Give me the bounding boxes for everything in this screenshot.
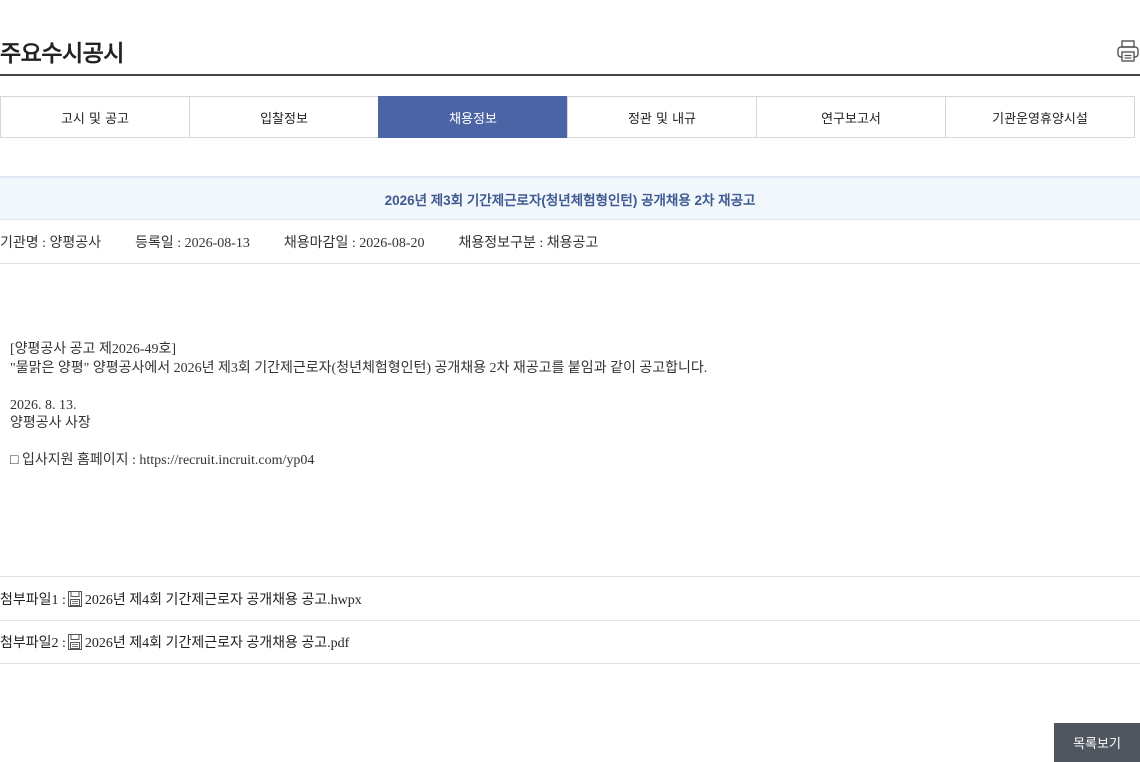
page-title: 주요수시공시 <box>0 41 124 67</box>
body-line <box>10 434 1130 453</box>
page-header: 주요수시공시 <box>0 0 1140 76</box>
body-line: [양평공사 공고 제2026-49호] <box>10 342 177 357</box>
post-meta: 기관명 : 양평공사 등록일 : 2026-08-13 채용마감일 : 2026… <box>0 220 1140 264</box>
attachment-link-pdf[interactable]: 2026년 제4회 기간제근로자 공개채용 공고.pdf <box>85 632 349 652</box>
body-line: □ 입사지원 홈페이지 : https://recruit.incruit.co… <box>10 453 315 468</box>
tab-regulations[interactable]: 정관 및 내규 <box>567 96 757 138</box>
post-body: [양평공사 공고 제2026-49호] "물맑은 양평" 양평공사에서 2026… <box>10 341 1130 471</box>
printer-icon <box>1117 40 1139 62</box>
post-title: 2026년 제3회 기간제근로자(청년체험형인턴) 공개채용 2차 재공고 <box>384 192 756 208</box>
print-button[interactable] <box>1116 39 1140 63</box>
meta-deadline: 채용마감일 : 2026-08-20 <box>283 235 425 251</box>
attachment-row: 첨부파일2 : 2026년 제4회 기간제근로자 공개채용 공고.pdf <box>0 620 1140 664</box>
tab-notice[interactable]: 고시 및 공고 <box>0 96 190 138</box>
list-button[interactable]: 목록보기 <box>1054 723 1140 762</box>
attachment-label: 첨부파일1 : <box>0 592 66 608</box>
body-line: 2026. 8. 13. <box>10 397 77 413</box>
file-icon <box>67 590 82 607</box>
meta-category: 채용정보구분 : 채용공고 <box>458 235 599 251</box>
body-line: "물맑은 양평" 양평공사에서 2026년 제3회 기간제근로자(청년체험형인턴… <box>10 360 708 376</box>
tab-resort-facilities[interactable]: 기관운영휴양시설 <box>945 96 1135 138</box>
tab-bidding[interactable]: 입찰정보 <box>189 96 379 138</box>
meta-org: 기관명 : 양평공사 <box>0 235 102 251</box>
meta-reg-date: 등록일 : 2026-08-13 <box>135 235 250 251</box>
category-tabs: 고시 및 공고 입찰정보 채용정보 정관 및 내규 연구보고서 기관운영휴양시설 <box>0 96 1135 138</box>
file-icon <box>67 634 82 650</box>
attachment-label: 첨부파일2 : <box>0 636 66 651</box>
tab-recruitment[interactable]: 채용정보 <box>378 96 568 138</box>
post-title-bar: 2026년 제3회 기간제근로자(청년체험형인턴) 공개채용 2차 재공고 <box>0 176 1140 220</box>
body-line: 양평공사 사장 <box>10 416 91 431</box>
body-line <box>10 378 1130 397</box>
attachment-row: 첨부파일1 : 2026년 제4회 기간제근로자 공개채용 공고.hwpx <box>0 576 1140 620</box>
attachment-link-hwpx[interactable]: 2026년 제4회 기간제근로자 공개채용 공고.hwpx <box>85 589 362 609</box>
tab-research-reports[interactable]: 연구보고서 <box>756 96 946 138</box>
